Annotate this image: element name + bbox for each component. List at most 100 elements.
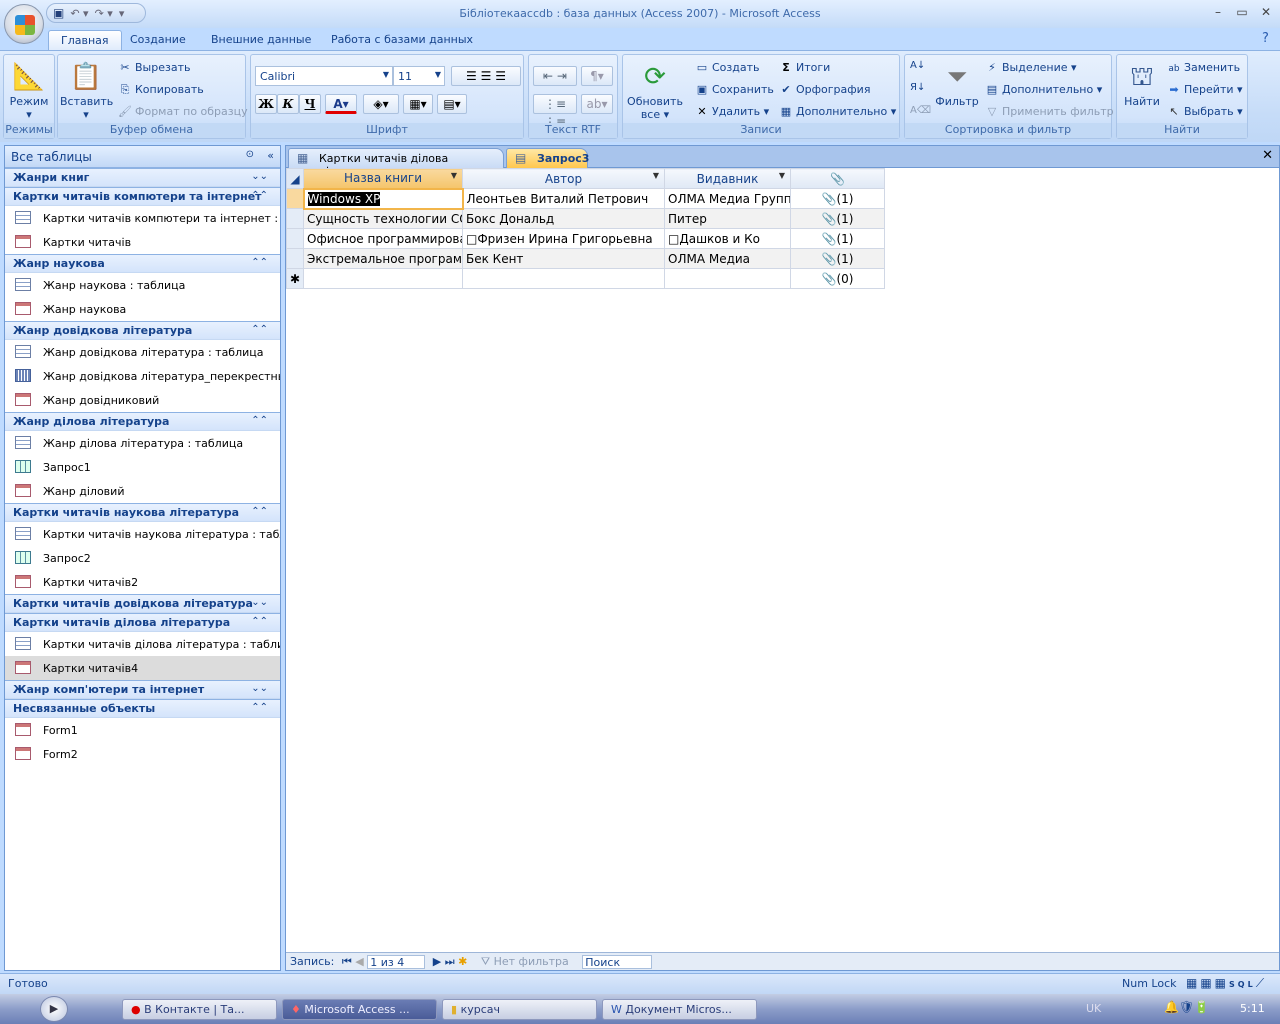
office-button[interactable] bbox=[4, 4, 44, 44]
attachment-cell[interactable]: 📎(1) bbox=[790, 188, 885, 209]
row-selector[interactable] bbox=[286, 188, 304, 209]
redo-button[interactable]: ↷ ▾ bbox=[95, 7, 113, 20]
filter-status-button[interactable]: ⛛ Нет фильтра bbox=[481, 955, 569, 969]
totals-button[interactable]: Σ Итоги bbox=[779, 61, 830, 74]
expand-icon[interactable]: ⌄⌄ bbox=[251, 597, 268, 608]
last-record-button[interactable]: ⏭ bbox=[445, 955, 455, 969]
current-record-input[interactable]: 1 из 4 bbox=[367, 955, 426, 969]
nav-item[interactable]: Картки читачів ділова література : табли… bbox=[5, 632, 280, 656]
taskbar-item-folder[interactable]: ▮ курсач bbox=[442, 999, 597, 1020]
attachment-cell[interactable]: 📎(1) bbox=[790, 228, 885, 249]
doc-tab-table[interactable]: ▦Картки читачів ділова література bbox=[288, 148, 504, 178]
table-cell[interactable]: Сущность технологии СОМ bbox=[303, 208, 463, 229]
nav-group-header[interactable]: Жанр довідкова література ⌃⌃ bbox=[5, 321, 280, 340]
close-document-icon[interactable]: ✕ bbox=[1262, 148, 1273, 163]
sort-descending-button[interactable]: Я↓ bbox=[910, 82, 925, 93]
collapse-icon[interactable]: ⌃⌃ bbox=[251, 616, 268, 627]
font-name-select[interactable]: Calibri ▼ bbox=[255, 66, 393, 86]
font-color-button[interactable]: A▾ bbox=[325, 94, 357, 114]
toggle-filter-button[interactable]: ▽ Применить фильтр bbox=[985, 105, 1114, 118]
table-cell[interactable]: Бек Кент bbox=[462, 248, 665, 269]
nav-group-header[interactable]: Картки читачів ділова література ⌃⌃ bbox=[5, 613, 280, 632]
collapse-icon[interactable]: ⌃⌃ bbox=[251, 506, 268, 517]
nav-item[interactable]: Запрос1 bbox=[5, 455, 280, 479]
first-record-button[interactable]: ⏮ bbox=[342, 955, 352, 969]
doc-tab-query[interactable]: ▤ Запрос3 bbox=[506, 148, 589, 168]
ltr-button[interactable]: ¶▾ bbox=[581, 66, 613, 86]
start-button[interactable]: ▶ bbox=[40, 996, 68, 1022]
table-cell[interactable] bbox=[664, 268, 791, 289]
table-cell[interactable]: ОЛМА Медиа bbox=[664, 248, 791, 269]
select-button[interactable]: ↖ Выбрать ▾ bbox=[1167, 105, 1242, 118]
bold-button[interactable]: Ж bbox=[255, 94, 277, 114]
gridlines-button[interactable]: ▦▾ bbox=[403, 94, 433, 114]
align-buttons[interactable]: ☰ ☰ ☰ bbox=[451, 66, 521, 86]
new-row-marker[interactable]: ✱ bbox=[286, 268, 304, 289]
collapse-icon[interactable]: ⌃⌃ bbox=[251, 190, 268, 201]
taskbar-item-access[interactable]: ♦ Microsoft Access ... bbox=[282, 999, 437, 1020]
table-cell[interactable]: Windows XP bbox=[302, 187, 464, 210]
select-all-corner[interactable]: ◢ bbox=[286, 168, 304, 189]
undo-button[interactable]: ↶ ▾ bbox=[70, 7, 88, 20]
prev-record-button[interactable]: ◀ bbox=[355, 955, 363, 968]
save-record-button[interactable]: ▣ Сохранить bbox=[695, 83, 774, 96]
table-cell[interactable]: □Дашков и Ко bbox=[664, 228, 791, 249]
copy-button[interactable]: ⎘ Копировать bbox=[118, 83, 204, 97]
alt-fill-button[interactable]: ▤▾ bbox=[437, 94, 467, 114]
paste-button[interactable]: 📋 Вставить ▾ bbox=[60, 59, 113, 121]
row-selector[interactable] bbox=[286, 228, 304, 249]
font-size-select[interactable]: 11 ▼ bbox=[393, 66, 445, 86]
nav-group-header[interactable]: Жанри книг ⌄⌄ bbox=[5, 168, 280, 187]
collapse-icon[interactable]: ⌃⌃ bbox=[251, 257, 268, 268]
nav-item[interactable]: Жанр наукова : таблица bbox=[5, 273, 280, 297]
nav-group-header[interactable]: Картки читачів наукова література ⌃⌃ bbox=[5, 503, 280, 522]
maximize-button[interactable]: ▭ bbox=[1232, 5, 1252, 19]
table-cell[interactable]: □Фризен Ирина Григорьевна bbox=[462, 228, 665, 249]
collapse-icon[interactable]: ⌃⌃ bbox=[251, 324, 268, 335]
next-record-button[interactable]: ▶ bbox=[433, 955, 441, 968]
close-button[interactable]: ✕ bbox=[1256, 5, 1276, 19]
spelling-button[interactable]: ✔ Орфография bbox=[779, 83, 870, 96]
underline-button[interactable]: Ч bbox=[299, 94, 321, 114]
clear-sort-button[interactable]: А⌫ bbox=[910, 105, 931, 116]
new-record-button[interactable]: ▭ Создать bbox=[695, 61, 760, 74]
tab-create[interactable]: Создание bbox=[118, 30, 198, 50]
save-icon[interactable]: ▣ bbox=[53, 6, 64, 20]
list-buttons[interactable]: ⋮≡ ⋮≡ bbox=[533, 94, 577, 129]
help-icon[interactable]: ? bbox=[1262, 31, 1269, 46]
column-header-author[interactable]: Автор ▼ bbox=[462, 168, 665, 189]
language-indicator[interactable]: UK bbox=[1086, 1002, 1101, 1015]
column-header-attachment[interactable]: 📎 bbox=[790, 168, 885, 189]
more-records-button[interactable]: ▦ Дополнительно ▾ bbox=[779, 105, 896, 118]
table-cell[interactable] bbox=[303, 268, 463, 289]
format-painter-button[interactable]: 🖌 Формат по образцу bbox=[118, 105, 248, 118]
nav-item[interactable]: Жанр довідкова література : таблица bbox=[5, 340, 280, 364]
nav-item[interactable]: Жанр наукова bbox=[5, 297, 280, 321]
filter-button[interactable]: ⏷ Фильтр bbox=[935, 59, 979, 108]
minimize-button[interactable]: – bbox=[1208, 5, 1228, 19]
customize-qat-button[interactable]: ▾ bbox=[119, 7, 125, 20]
expand-icon[interactable]: ⌄⌄ bbox=[251, 171, 268, 182]
table-cell[interactable]: Экстремальное программирование bbox=[303, 248, 463, 269]
table-cell[interactable]: Питер bbox=[664, 208, 791, 229]
nav-item[interactable]: Жанр діловий bbox=[5, 479, 280, 503]
nav-item[interactable]: Жанр довідниковий bbox=[5, 388, 280, 412]
nav-group-header[interactable]: Картки читачів компютери та інтернет ⌃⌃ bbox=[5, 187, 280, 206]
find-button[interactable]: ⛫ Найти bbox=[1119, 59, 1165, 108]
table-cell[interactable]: Офисное программирование bbox=[303, 228, 463, 249]
row-selector[interactable] bbox=[286, 208, 304, 229]
row-selector[interactable] bbox=[286, 248, 304, 269]
tab-database-tools[interactable]: Работа с базами данных bbox=[319, 30, 485, 50]
nav-item[interactable]: Жанр ділова література : таблица bbox=[5, 431, 280, 455]
nav-group-header[interactable]: Несвязанные объекты ⌃⌃ bbox=[5, 699, 280, 718]
nav-item[interactable]: Form1 bbox=[5, 718, 280, 742]
indent-buttons[interactable]: ⇤ ⇥ bbox=[533, 66, 577, 86]
highlight-button[interactable]: ab▾ bbox=[581, 94, 613, 114]
attachment-cell[interactable]: 📎(1) bbox=[790, 248, 885, 269]
nav-item[interactable]: Form2 bbox=[5, 742, 280, 766]
collapse-icon[interactable]: ⌃⌃ bbox=[251, 415, 268, 426]
column-header-publisher[interactable]: Видавник ▼ bbox=[664, 168, 791, 189]
taskbar-item-word[interactable]: W Документ Micros... bbox=[602, 999, 757, 1020]
nav-item[interactable]: Запрос2 bbox=[5, 546, 280, 570]
delete-record-button[interactable]: ✕ Удалить ▾ bbox=[695, 105, 769, 118]
